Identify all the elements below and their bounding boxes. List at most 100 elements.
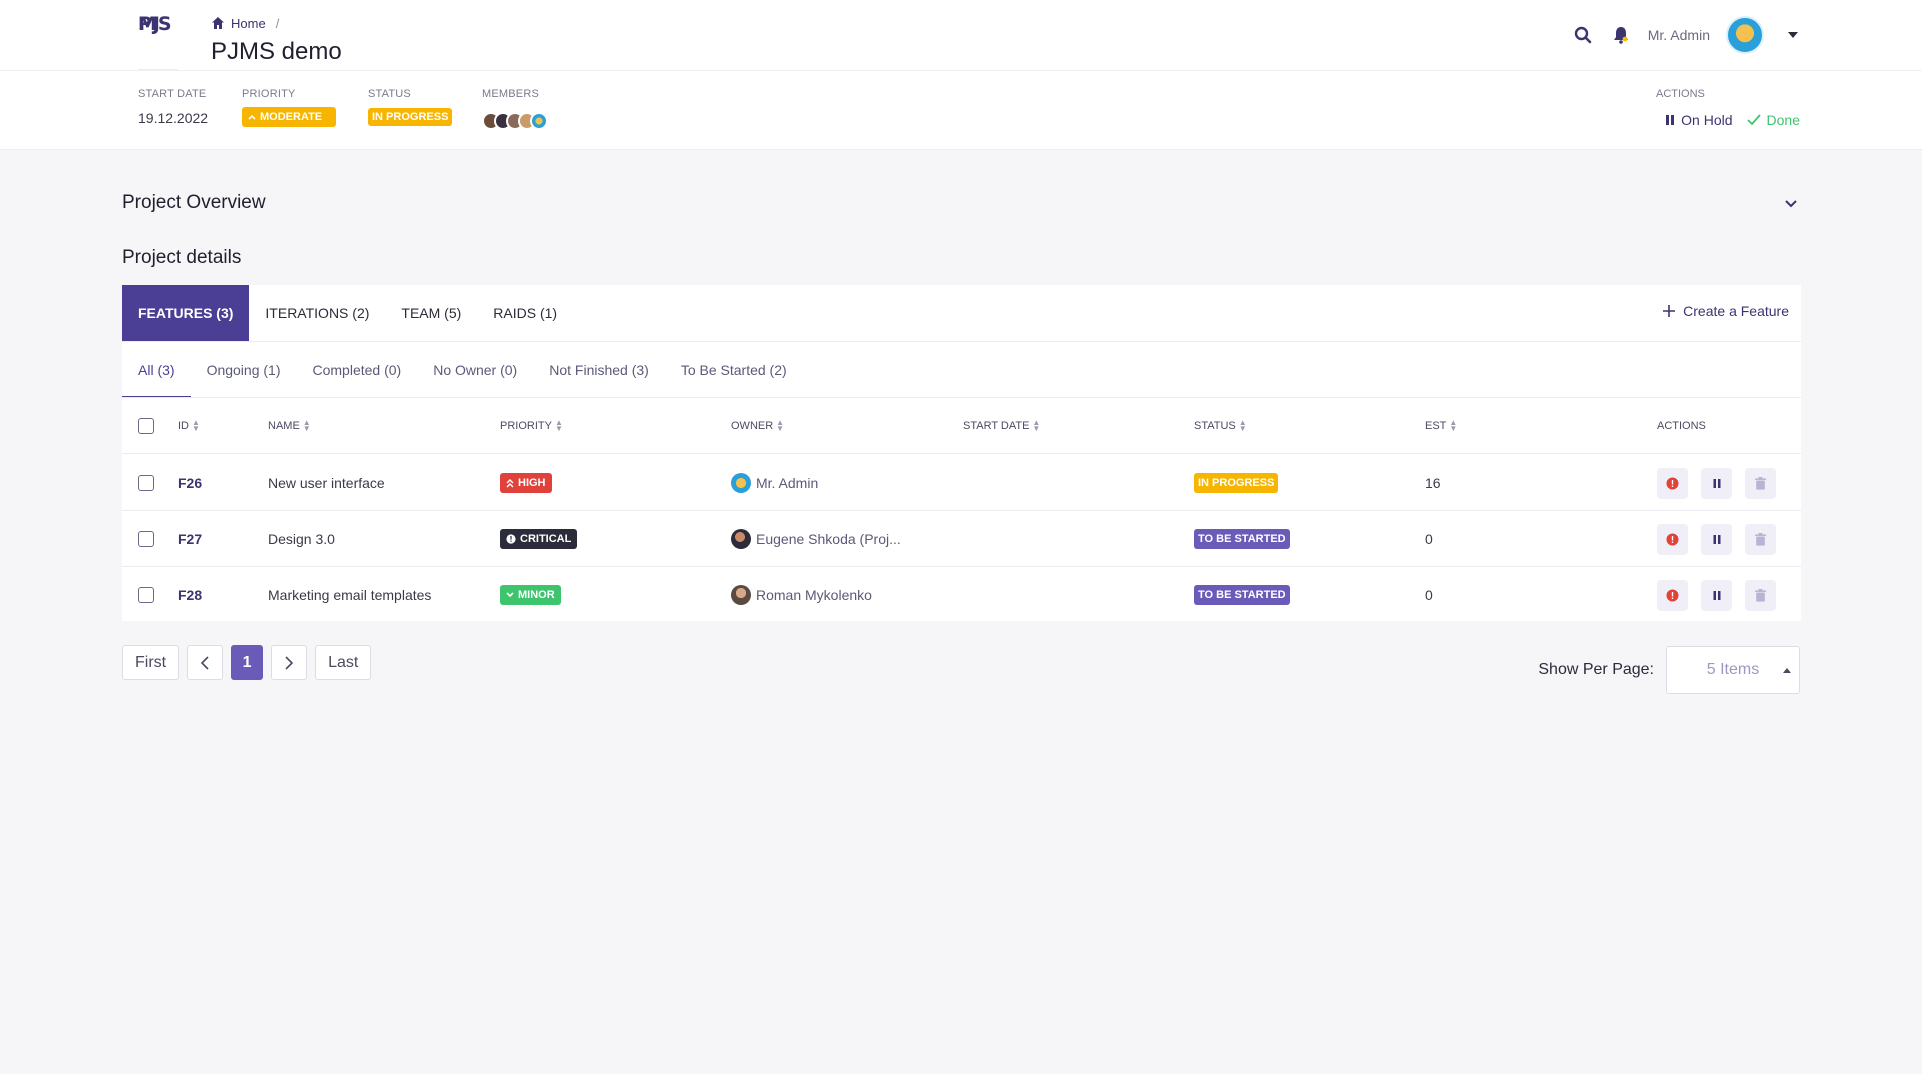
owner[interactable]: Eugene Shkoda (Proj...: [731, 529, 901, 549]
estimate: 0: [1425, 531, 1433, 547]
sort-icon: ▲ ▼: [302, 418, 311, 433]
column-header-owner[interactable]: OWNER ▲ ▼: [731, 398, 784, 454]
row-checkbox[interactable]: [138, 475, 154, 491]
row-actions: [1657, 523, 1776, 555]
status-badge: TO BE STARTED: [1194, 585, 1290, 605]
pause-button[interactable]: [1701, 467, 1732, 499]
sort-icon: ▲ ▼: [554, 418, 563, 433]
pause-icon: [1713, 534, 1720, 544]
project-actions: On Hold Done: [1665, 112, 1800, 128]
filter-tab-not-finished[interactable]: Not Finished (3): [533, 342, 665, 398]
row-checkbox[interactable]: [138, 587, 154, 603]
alert-icon: [1666, 533, 1679, 545]
breadcrumb: Home /: [211, 15, 279, 31]
priority-badge: HIGH: [500, 473, 552, 493]
column-header-status[interactable]: STATUS ▲ ▼: [1194, 398, 1247, 454]
filter-tab-to-be-started[interactable]: To Be Started (2): [665, 342, 803, 398]
pause-button[interactable]: [1701, 523, 1732, 555]
table-row[interactable]: F27 Design 3.0 CRITICAL Eugene Shkoda (P…: [122, 511, 1801, 567]
user-avatar[interactable]: [1726, 16, 1764, 54]
tab-team[interactable]: TEAM (5): [385, 285, 477, 341]
column-header-actions: ACTIONS: [1657, 420, 1706, 432]
create-feature-button[interactable]: Create a Feature: [1663, 303, 1789, 319]
delete-button[interactable]: [1745, 467, 1776, 499]
member-avatar: [530, 112, 548, 130]
pause-icon: [1713, 590, 1720, 600]
filter-tab-ongoing[interactable]: Ongoing (1): [191, 342, 297, 398]
page-number-button[interactable]: 1: [231, 645, 264, 680]
app-logo[interactable]: PJ MS: [138, 14, 178, 70]
select-all-checkbox[interactable]: [138, 418, 154, 434]
alert-button[interactable]: [1657, 579, 1688, 611]
meta-start-date: START DATE 19.12.2022: [138, 88, 209, 126]
last-page-button[interactable]: Last: [315, 645, 372, 680]
table-row[interactable]: F26 New user interface HIGH Mr. Admin IN…: [122, 455, 1801, 511]
alert-button[interactable]: [1657, 523, 1688, 555]
filter-tab-completed[interactable]: Completed (0): [297, 342, 418, 398]
alert-icon: [1666, 589, 1679, 601]
feature-name[interactable]: Marketing email templates: [268, 567, 431, 623]
estimate: 0: [1425, 587, 1433, 603]
column-header-name[interactable]: NAME ▲ ▼: [268, 398, 311, 454]
first-page-button[interactable]: First: [122, 645, 180, 680]
sort-icon: ▲ ▼: [1238, 418, 1247, 433]
search-icon[interactable]: [1572, 24, 1594, 46]
caret-up-icon: [1783, 668, 1791, 673]
members-avatar-stack[interactable]: [482, 112, 548, 130]
on-hold-button[interactable]: On Hold: [1665, 112, 1733, 128]
project-overview-title[interactable]: Project Overview: [122, 192, 266, 214]
tab-features[interactable]: FEATURES (3): [122, 285, 250, 341]
column-header-start-date[interactable]: START DATE ▲ ▼: [963, 398, 1040, 454]
row-checkbox[interactable]: [138, 531, 154, 547]
header-user-area: Mr. Admin: [1572, 16, 1800, 54]
features-card: FEATURES (3) ITERATIONS (2) TEAM (5) RAI…: [122, 285, 1801, 621]
feature-id[interactable]: F26: [178, 455, 202, 511]
per-page-select[interactable]: 5 Items: [1666, 646, 1800, 694]
alert-icon: [1666, 477, 1679, 489]
owner[interactable]: Roman Mykolenko: [731, 585, 872, 605]
feature-id[interactable]: F28: [178, 567, 202, 623]
table-row[interactable]: F28 Marketing email templates MINOR Roma…: [122, 567, 1801, 623]
project-header: PJ MS Home / PJMS demo Mr. Admin START D…: [0, 0, 1922, 150]
delete-button[interactable]: [1745, 579, 1776, 611]
feature-name[interactable]: Design 3.0: [268, 511, 335, 567]
overview-chevron-down-icon[interactable]: [1782, 194, 1800, 212]
pause-icon: [1713, 478, 1720, 488]
header-divider: [0, 70, 1922, 71]
tab-iterations[interactable]: ITERATIONS (2): [249, 285, 385, 341]
breadcrumb-home-link[interactable]: Home: [231, 16, 266, 31]
next-page-button[interactable]: [271, 645, 308, 680]
prev-page-button[interactable]: [187, 645, 224, 680]
alert-button[interactable]: [1657, 467, 1688, 499]
filter-tab-all[interactable]: All (3): [122, 342, 191, 398]
priority-badge: MINOR: [500, 585, 561, 605]
status-badge: IN PROGRESS: [368, 108, 453, 126]
user-name[interactable]: Mr. Admin: [1648, 27, 1710, 43]
trash-icon: [1755, 532, 1766, 546]
chevron-up-icon: [248, 114, 256, 120]
filter-tab-no-owner[interactable]: No Owner (0): [417, 342, 533, 398]
pause-button[interactable]: [1701, 579, 1732, 611]
pagination: First 1 Last: [122, 645, 372, 680]
feature-id[interactable]: F27: [178, 511, 202, 567]
details-tabs: FEATURES (3) ITERATIONS (2) TEAM (5) RAI…: [122, 285, 573, 341]
tab-raids[interactable]: RAIDS (1): [477, 285, 573, 341]
home-icon[interactable]: [211, 16, 225, 30]
column-header-est[interactable]: EST ▲ ▼: [1425, 398, 1457, 454]
user-menu-chevron-down-icon[interactable]: [1786, 28, 1800, 42]
delete-button[interactable]: [1745, 523, 1776, 555]
actions-label: ACTIONS: [1656, 88, 1705, 100]
row-actions: [1657, 579, 1776, 611]
sort-icon: ▲ ▼: [776, 418, 785, 433]
column-header-id[interactable]: ID ▲ ▼: [178, 398, 200, 454]
feature-filter-tabs: All (3) Ongoing (1) Completed (0) No Own…: [122, 342, 803, 398]
chevron-down-icon: [506, 592, 514, 598]
done-button[interactable]: Done: [1746, 112, 1800, 128]
meta-members: MEMBERS: [482, 88, 548, 130]
notification-bell-icon[interactable]: [1610, 24, 1632, 46]
feature-name[interactable]: New user interface: [268, 455, 385, 511]
owner[interactable]: Mr. Admin: [731, 473, 818, 493]
column-header-priority[interactable]: PRIORITY ▲ ▼: [500, 398, 563, 454]
pause-icon: [1666, 115, 1675, 125]
check-icon: [1746, 114, 1761, 126]
